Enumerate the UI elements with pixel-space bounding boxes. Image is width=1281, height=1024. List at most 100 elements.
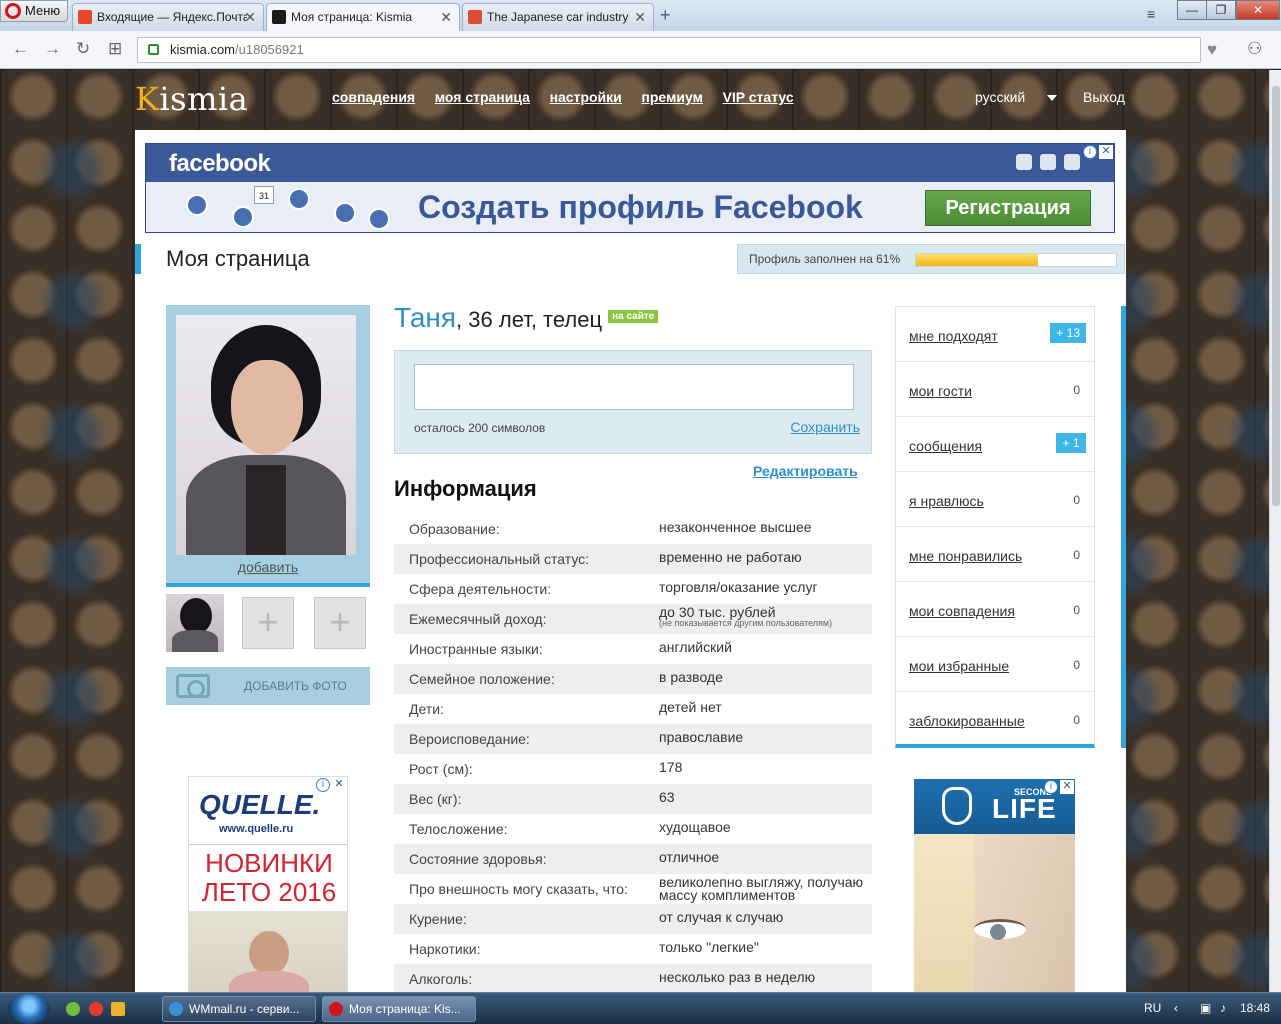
reload-icon[interactable]: ↻ bbox=[76, 39, 90, 59]
quicklaunch-gear-icon[interactable] bbox=[66, 1002, 80, 1016]
status-input[interactable] bbox=[414, 364, 854, 410]
info-row: Иностранные языки: английский bbox=[394, 634, 872, 664]
side-menu-item[interactable]: мои совпадения 0 bbox=[896, 582, 1094, 637]
info-value-text: торговля/оказание услуг bbox=[659, 579, 818, 595]
input-language[interactable]: RU bbox=[1144, 1001, 1161, 1015]
fb-register-button[interactable]: Регистрация bbox=[925, 190, 1091, 226]
minimize-button[interactable]: — bbox=[1177, 0, 1207, 20]
sl-eye-image bbox=[974, 919, 1026, 940]
page-scrollbar[interactable] bbox=[1269, 70, 1281, 992]
side-menu-item[interactable]: заблокированные 0 bbox=[896, 692, 1094, 747]
side-menu-item[interactable]: я нравлюсь 0 bbox=[896, 472, 1094, 527]
network-icon[interactable]: ▣ bbox=[1200, 1001, 1211, 1015]
edit-info-link[interactable]: Редактировать bbox=[753, 463, 858, 479]
tab-kismia[interactable]: Моя страница: Kismia ✕ bbox=[266, 3, 460, 31]
yandex-browser-icon[interactable] bbox=[89, 1002, 103, 1016]
facebook-ad-banner[interactable]: facebook 31 Создать профиль Facebook Рег… bbox=[145, 143, 1115, 233]
windows-taskbar: WMmail.ru - серви... Моя страница: Kis..… bbox=[0, 992, 1281, 1024]
info-value: временно не работаю bbox=[659, 550, 871, 564]
volume-icon[interactable]: ♪ bbox=[1220, 1001, 1226, 1015]
scrollbar-thumb[interactable] bbox=[1272, 86, 1280, 506]
forward-arrow-icon[interactable]: → bbox=[44, 39, 61, 59]
second-life-ad[interactable]: SECOND LIFE i ✕ bbox=[914, 779, 1075, 992]
quelle-ad[interactable]: QUELLE. www.quelle.ru НОВИНКИ ЛЕТО 2016 … bbox=[188, 776, 348, 992]
speed-dial-grid-icon[interactable]: ⊞ bbox=[108, 39, 122, 59]
close-window-button[interactable]: ✕ bbox=[1236, 0, 1280, 20]
logout-link[interactable]: Выход bbox=[1083, 89, 1125, 105]
nav-my-page[interactable]: моя страница bbox=[435, 89, 530, 105]
ad-close-icon[interactable]: ✕ bbox=[1099, 145, 1113, 159]
info-key: Ежемесячный доход: bbox=[409, 611, 547, 627]
info-value: несколько раз в неделю bbox=[659, 970, 871, 984]
info-value: английский bbox=[659, 639, 871, 655]
info-value-text: только "легкие" bbox=[659, 939, 759, 955]
side-menu-item[interactable]: сообщения + 1 bbox=[896, 417, 1094, 472]
add-photo-link[interactable]: добавить bbox=[166, 559, 370, 575]
language-select[interactable]: русский bbox=[975, 89, 1057, 105]
side-menu-link[interactable]: мои избранные bbox=[909, 658, 1009, 674]
quelle-promo-line2: ЛЕТО 2016 bbox=[201, 877, 337, 907]
side-menu-link[interactable]: я нравлюсь bbox=[909, 493, 984, 509]
nav-premium[interactable]: премиум bbox=[641, 89, 703, 105]
maximize-button[interactable]: ❐ bbox=[1206, 0, 1236, 20]
address-bar-row: ← → ↻ ⊞ kismia.com/u18056921 ♥ ⚇ bbox=[0, 31, 1281, 69]
bookmark-heart-icon[interactable]: ♥ bbox=[1207, 40, 1217, 60]
info-value: великолепно выгляжу, получаю массу компл… bbox=[659, 875, 871, 902]
url-field[interactable]: kismia.com/u18056921 bbox=[137, 37, 1201, 63]
taskbar-item-wmmail[interactable]: WMmail.ru - серви... bbox=[162, 996, 316, 1022]
save-status-link[interactable]: Сохранить bbox=[790, 419, 860, 435]
info-row: Образование: незаконченное высшее bbox=[394, 514, 872, 544]
media-player-icon[interactable] bbox=[111, 1002, 125, 1016]
info-row: Дети: детей нет bbox=[394, 694, 872, 724]
profile-fill-progress: Профиль заполнен на 61% bbox=[737, 244, 1125, 274]
photo-thumbnail[interactable] bbox=[166, 594, 224, 652]
info-value-text: английский bbox=[659, 639, 732, 655]
extension-icon[interactable]: ⚇ bbox=[1247, 39, 1262, 59]
kismia-logo[interactable]: Kismia bbox=[135, 80, 248, 118]
side-menu-link[interactable]: мои гости bbox=[909, 383, 972, 399]
add-photo-button[interactable]: ДОБАВИТЬ ФОТО bbox=[166, 667, 370, 705]
close-tab-icon[interactable]: ✕ bbox=[634, 4, 646, 30]
side-menu-link[interactable]: сообщения bbox=[909, 438, 982, 454]
side-menu-accent bbox=[1121, 306, 1126, 748]
side-menu-item[interactable]: мои избранные 0 bbox=[896, 637, 1094, 692]
new-tab-button[interactable]: + bbox=[660, 5, 671, 26]
clock[interactable]: 18:48 bbox=[1240, 1001, 1270, 1015]
profile-photo[interactable] bbox=[176, 315, 356, 555]
network-person-icon bbox=[232, 206, 254, 228]
fb-logo: facebook bbox=[169, 150, 271, 177]
count-value: 0 bbox=[1073, 713, 1080, 727]
ad-close-icon[interactable]: ✕ bbox=[332, 778, 346, 792]
ad-info-icon[interactable]: i bbox=[1083, 145, 1097, 159]
side-menu-item[interactable]: мне подходят + 13 bbox=[896, 307, 1094, 362]
info-row: Профессиональный статус: временно не рабо… bbox=[394, 544, 872, 574]
add-photo-slot-button[interactable]: + bbox=[314, 597, 366, 649]
ad-info-icon[interactable]: i bbox=[316, 778, 330, 792]
nav-matches[interactable]: совпадения bbox=[332, 89, 415, 105]
tab-yandex-mail[interactable]: Входящие — Яндекс.Почта ✕ bbox=[72, 3, 264, 31]
taskbar-item-kismia[interactable]: Моя страница: Kis... bbox=[322, 996, 476, 1022]
side-menu-link[interactable]: мои совпадения bbox=[909, 603, 1015, 619]
close-tab-icon[interactable]: ✕ bbox=[244, 4, 256, 30]
tab-google-plus[interactable]: The Japanese car industry ✕ bbox=[462, 3, 654, 31]
ad-close-icon[interactable]: ✕ bbox=[1060, 780, 1074, 794]
main-content: facebook 31 Создать профиль Facebook Рег… bbox=[135, 130, 1126, 992]
nav-settings[interactable]: настройки bbox=[550, 89, 622, 105]
profile-name: Таня bbox=[394, 302, 457, 333]
add-photo-slot-button[interactable]: + bbox=[242, 597, 294, 649]
side-menu-item[interactable]: мне понравились 0 bbox=[896, 527, 1094, 582]
side-menu-link[interactable]: мне понравились bbox=[909, 548, 1022, 564]
info-value-text: 178 bbox=[659, 759, 683, 775]
info-row: Наркотики: только "легкие" bbox=[394, 934, 872, 964]
windows-start-button[interactable] bbox=[8, 994, 50, 1024]
side-menu-item[interactable]: мои гости 0 bbox=[896, 362, 1094, 417]
nav-vip-status[interactable]: VIP статус bbox=[723, 89, 794, 105]
tray-expand-icon[interactable]: ‹ bbox=[1174, 1001, 1178, 1015]
side-menu-link[interactable]: мне подходят bbox=[909, 328, 998, 344]
back-arrow-icon[interactable]: ← bbox=[12, 39, 29, 59]
ad-info-icon[interactable]: i bbox=[1044, 780, 1058, 794]
tab-menu-icon[interactable]: ≡ bbox=[1147, 6, 1155, 22]
close-tab-icon[interactable]: ✕ bbox=[440, 4, 452, 30]
opera-menu-button[interactable]: Меню bbox=[0, 0, 68, 22]
side-menu-link[interactable]: заблокированные bbox=[909, 713, 1025, 729]
